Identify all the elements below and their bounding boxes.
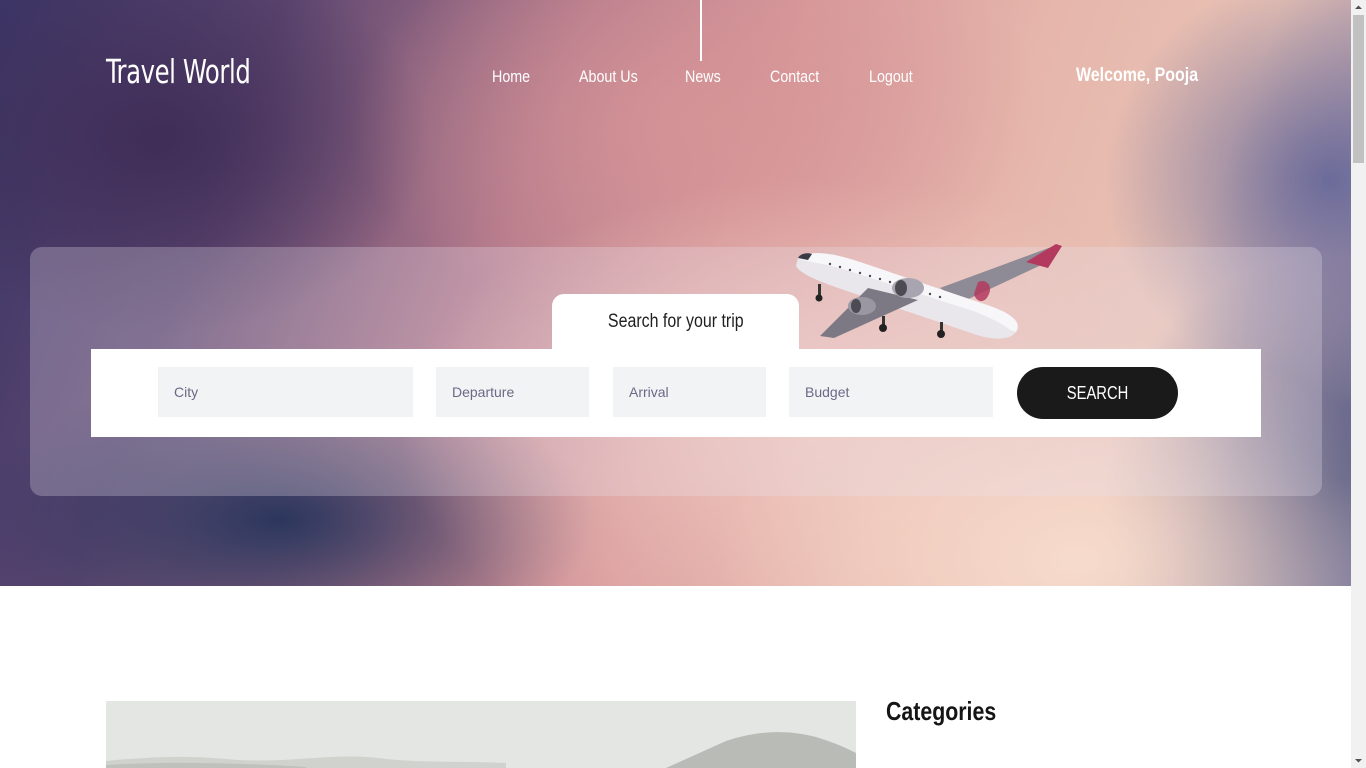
hero-banner: Travel World Home About Us News Contact …: [0, 0, 1351, 586]
city-input[interactable]: [158, 367, 413, 417]
scrollbar-thumb[interactable]: [1353, 15, 1364, 163]
nav-link-contact[interactable]: Contact: [770, 63, 819, 91]
nav-active-indicator: [700, 0, 702, 61]
chevron-down-icon[interactable]: [1351, 753, 1366, 768]
departure-input[interactable]: [436, 367, 589, 417]
search-tab: Search for your trip: [552, 294, 799, 352]
search-tab-label: Search for your trip: [607, 311, 744, 332]
nav-link-about-us[interactable]: About Us: [579, 63, 638, 91]
search-button[interactable]: SEARCH: [1017, 367, 1178, 419]
airplane-image: [796, 244, 1062, 339]
nav-link-news[interactable]: News: [685, 63, 721, 91]
arrival-input[interactable]: [613, 367, 766, 417]
nav-link-home[interactable]: Home: [492, 63, 530, 91]
vertical-scrollbar[interactable]: [1351, 0, 1366, 768]
page: Travel World Home About Us News Contact …: [0, 0, 1351, 768]
post-thumbnail[interactable]: [106, 701, 856, 768]
categories-heading: Categories: [886, 696, 997, 726]
search-form: SEARCH: [91, 349, 1261, 437]
budget-input[interactable]: [789, 367, 993, 417]
nav-link-logout[interactable]: Logout: [869, 63, 913, 91]
mountain-landscape-image: [106, 701, 856, 768]
welcome-message: Welcome, Pooja: [1076, 65, 1199, 86]
chevron-up-icon[interactable]: [1351, 0, 1366, 15]
search-button-label: SEARCH: [1066, 382, 1129, 403]
